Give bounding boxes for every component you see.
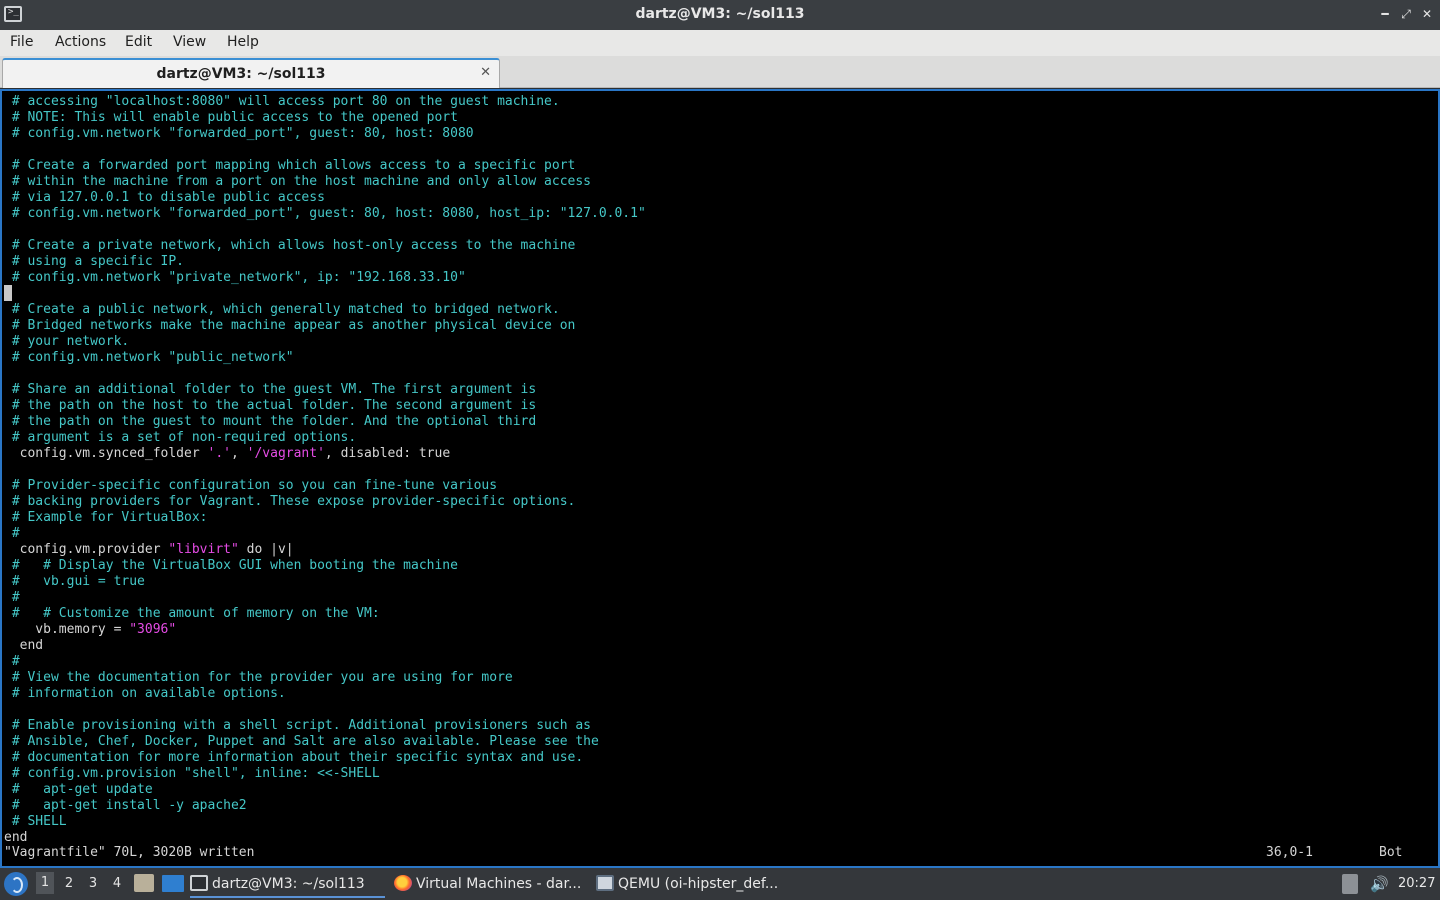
terminal-view[interactable]: # accessing "localhost:8080" will access…: [0, 89, 1440, 868]
terminal-line: # View the documentation for the provide…: [4, 670, 513, 685]
terminal-line: # config.vm.network "private_network", i…: [4, 270, 466, 285]
clock[interactable]: 20:27: [1398, 876, 1435, 891]
vim-status-message: "Vagrantfile" 70L, 3020B written: [4, 845, 255, 860]
terminal-line: # the path on the host to the actual fol…: [4, 398, 537, 413]
workspace-1[interactable]: 1: [36, 872, 54, 894]
text-cursor: [4, 285, 12, 301]
menu-actions[interactable]: Actions: [55, 34, 106, 50]
tab-label: dartz@VM3: ~/sol113: [156, 66, 326, 82]
terminal-line: # Create a private network, which allows…: [4, 238, 576, 253]
close-button[interactable]: ✕: [1418, 5, 1436, 23]
terminal-line: # within the machine from a port on the …: [4, 174, 591, 189]
clipboard-icon[interactable]: [1342, 874, 1358, 894]
terminal-line: # using a specific IP.: [4, 254, 185, 269]
terminal-line: # config.vm.provision "shell", inline: <…: [4, 766, 380, 781]
terminal-line: #: [4, 654, 20, 669]
menu-view[interactable]: View: [173, 34, 206, 50]
vim-scroll-position: Bot: [1379, 845, 1403, 860]
terminal-line: # argument is a set of non-required opti…: [4, 430, 357, 445]
firefox-icon: [394, 875, 412, 891]
terminal-line: # config.vm.network "public_network": [4, 350, 294, 365]
terminal-line: config.vm.synced_folder '.', '/vagrant',…: [4, 446, 451, 461]
task-qemu[interactable]: QEMU (oi-hipster_def...: [596, 870, 788, 898]
terminal-line: # accessing "localhost:8080" will access…: [4, 94, 560, 109]
task-label: QEMU (oi-hipster_def...: [618, 876, 779, 892]
menu-edit[interactable]: Edit: [125, 34, 152, 50]
task-label: dartz@VM3: ~/sol113: [212, 876, 365, 892]
maximize-button[interactable]: ⤢: [1397, 5, 1415, 23]
taskbar: 1 2 3 4 dartz@VM3: ~/sol113 Virtual Mach…: [0, 868, 1440, 900]
workspace-2[interactable]: 2: [60, 876, 78, 891]
terminal-line: # NOTE: This will enable public access t…: [4, 110, 458, 125]
terminal-line: # Share an additional folder to the gues…: [4, 382, 537, 397]
workspace-3[interactable]: 3: [84, 876, 102, 891]
tab-close-icon[interactable]: ✕: [480, 65, 491, 80]
terminal-line: # Example for VirtualBox:: [4, 510, 208, 525]
menu-file[interactable]: File: [10, 34, 33, 50]
menu-bar: File Actions Edit View Help: [0, 30, 1440, 56]
show-desktop-icon[interactable]: [162, 875, 184, 892]
window-title: dartz@VM3: ~/sol113: [635, 6, 805, 22]
terminal-line: # Create a forwarded port mapping which …: [4, 158, 576, 173]
vim-cursor-position: 36,0-1: [1266, 845, 1313, 860]
terminal-line: # apt-get update: [4, 782, 153, 797]
terminal-line: # via 127.0.0.1 to disable public access: [4, 190, 325, 205]
terminal-icon: [190, 875, 208, 891]
window-titlebar: >_ dartz@VM3: ~/sol113 ━ ⤢ ✕: [0, 0, 1440, 30]
task-firefox[interactable]: Virtual Machines - dar...: [394, 870, 584, 898]
terminal-line: end: [4, 830, 28, 845]
menu-help[interactable]: Help: [227, 34, 259, 50]
terminal-line: # # Customize the amount of memory on th…: [4, 606, 380, 621]
qemu-icon: [596, 875, 614, 891]
terminal-line: # Create a public network, which general…: [4, 302, 560, 317]
terminal-line: # the path on the guest to mount the fol…: [4, 414, 537, 429]
terminal-line: # information on available options.: [4, 686, 286, 701]
minimize-button[interactable]: ━: [1376, 5, 1394, 23]
task-terminal[interactable]: dartz@VM3: ~/sol113: [190, 870, 385, 898]
tab-bar: dartz@VM3: ~/sol113 ✕: [0, 56, 1440, 88]
terminal-line: config.vm.provider "libvirt" do |v|: [4, 542, 294, 557]
terminal-line: # Provider-specific configuration so you…: [4, 478, 498, 493]
terminal-line: # your network.: [4, 334, 130, 349]
workspace-4[interactable]: 4: [108, 876, 126, 891]
terminal-line: #: [4, 526, 20, 541]
terminal-line: # backing providers for Vagrant. These e…: [4, 494, 576, 509]
terminal-line: # config.vm.network "forwarded_port", gu…: [4, 126, 474, 141]
terminal-line: vb.memory = "3096": [4, 622, 177, 637]
terminal-line: # Ansible, Chef, Docker, Puppet and Salt…: [4, 734, 599, 749]
terminal-line: # vb.gui = true: [4, 574, 145, 589]
terminal-line: # Bridged networks make the machine appe…: [4, 318, 576, 333]
terminal-line: # # Display the VirtualBox GUI when boot…: [4, 558, 458, 573]
terminal-line: # Enable provisioning with a shell scrip…: [4, 718, 591, 733]
volume-icon[interactable]: 🔊: [1370, 875, 1389, 893]
terminal-line: # apt-get install -y apache2: [4, 798, 247, 813]
task-label: Virtual Machines - dar...: [416, 876, 582, 892]
terminal-line: # SHELL: [4, 814, 67, 829]
terminal-line: # config.vm.network "forwarded_port", gu…: [4, 206, 646, 221]
file-manager-icon[interactable]: [134, 874, 154, 892]
start-menu-icon[interactable]: [4, 872, 28, 896]
tab-terminal[interactable]: dartz@VM3: ~/sol113 ✕: [2, 58, 500, 88]
terminal-line: end: [4, 638, 44, 653]
terminal-line: # documentation for more information abo…: [4, 750, 584, 765]
terminal-line: #: [4, 590, 20, 605]
